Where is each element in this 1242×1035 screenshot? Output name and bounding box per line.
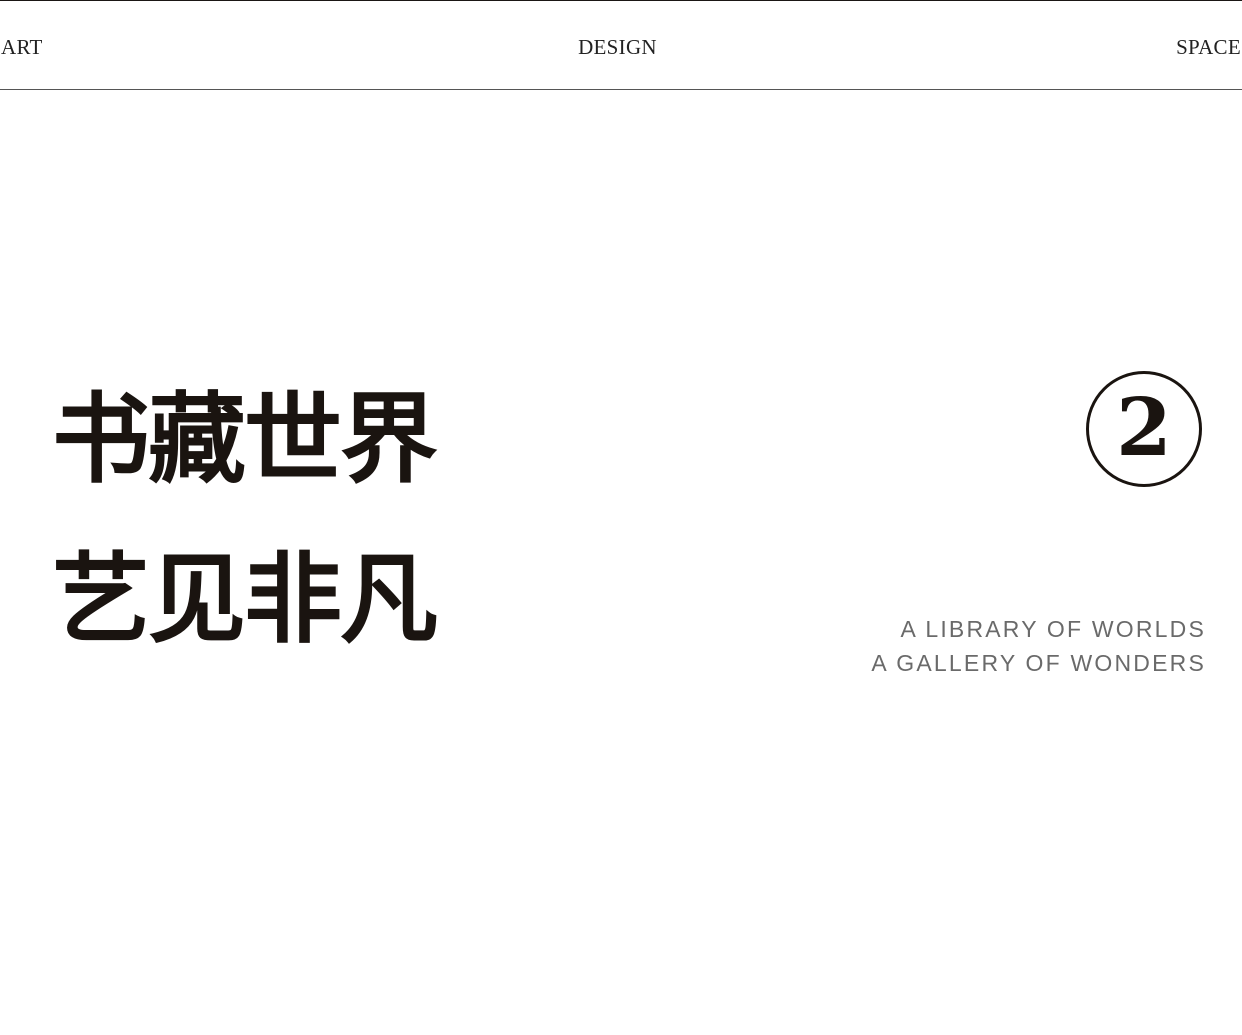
hero-title: 书藏世界 艺见非凡 (52, 380, 472, 660)
nav-space[interactable]: SPACE (1176, 34, 1241, 60)
tagline-line-2: A GALLERY OF WONDERS (871, 650, 1206, 676)
nav-design-wrapper: DESIGN (0, 34, 1242, 60)
title-line-1: 书藏世界 (52, 383, 438, 497)
title-line-2: 艺见非凡 (52, 543, 438, 657)
header-bar: ART DESIGN SPACE (0, 0, 1242, 90)
tagline-line-1: A LIBRARY OF WORLDS (900, 616, 1206, 642)
tagline: A LIBRARY OF WORLDS A GALLERY OF WONDERS (871, 612, 1206, 680)
badge-number: 2 (1116, 380, 1172, 474)
number-badge: 2 (1086, 371, 1202, 487)
nav-design[interactable]: DESIGN (578, 34, 657, 60)
